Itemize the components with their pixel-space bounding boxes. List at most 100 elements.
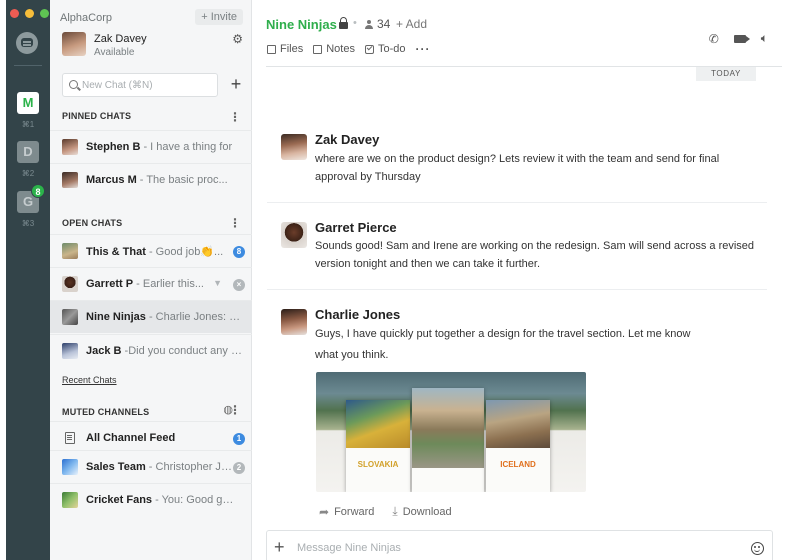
- attachment-actions: ➦ Forward ⤓ Download: [319, 504, 452, 519]
- close-chat-icon[interactable]: ×: [233, 279, 245, 291]
- new-chat-search: [62, 73, 218, 97]
- message-divider: [267, 289, 767, 290]
- org-shortcut-2: ⌘2: [21, 169, 35, 178]
- lock-icon: [339, 17, 348, 29]
- pinned-chats-header: PINNED CHATS: [62, 111, 132, 121]
- chat-app-logo-icon[interactable]: [16, 32, 38, 54]
- tab-notes[interactable]: Notes: [313, 43, 355, 55]
- gear-icon[interactable]: ⚙: [232, 32, 243, 46]
- open-chats-header: OPEN CHATS: [62, 218, 123, 228]
- poster-title: ICELAND: [500, 460, 536, 469]
- chat-row-this-and-that[interactable]: This & That - Good job👏... 8: [50, 234, 252, 267]
- chat-row-label: Marcus M - The basic proc...: [86, 174, 228, 186]
- channel-tabs: Files Notes To-do ···: [267, 42, 431, 56]
- channel-row-label: Cricket Fans - You: Good game: [86, 494, 236, 506]
- call-controls: ✆ 🔈︎: [709, 31, 768, 46]
- recent-chats-link[interactable]: Recent Chats: [62, 375, 117, 385]
- rail-divider: [14, 65, 42, 66]
- org-tile-m[interactable]: M: [17, 92, 39, 114]
- poster-iceland: ICELAND: [486, 400, 550, 492]
- poster-middle: [412, 388, 484, 492]
- chat-row-label: This & That - Good job👏...: [86, 246, 224, 258]
- member-count[interactable]: 34: [377, 17, 390, 31]
- phone-call-icon[interactable]: ✆: [709, 32, 719, 46]
- message-text: Guys, I have quickly put together a desi…: [315, 328, 691, 361]
- channel-row-sales-team[interactable]: Sales Team - Christopher J: d... 2: [50, 450, 252, 483]
- speaker-icon[interactable]: 🔈︎: [761, 31, 768, 46]
- chat-row-label: Jack B -Did you conduct any sur: [86, 345, 246, 357]
- message-text: Sounds good! Sam and Irene are working o…: [315, 240, 755, 270]
- tab-files[interactable]: Files: [267, 43, 303, 55]
- message-author[interactable]: Charlie Jones: [315, 307, 400, 322]
- avatar: [62, 139, 78, 155]
- user-avatar[interactable]: [62, 32, 86, 56]
- download-button[interactable]: ⤓ Download: [392, 504, 451, 519]
- more-options-icon[interactable]: ···: [416, 42, 431, 56]
- checkbox-icon: [364, 44, 374, 54]
- poster-image: [412, 388, 484, 468]
- channel-avatar: [62, 459, 78, 475]
- search-icon: [69, 80, 78, 89]
- message-divider: [267, 202, 767, 203]
- download-icon: ⤓: [392, 504, 398, 518]
- title-separator: •: [353, 17, 357, 29]
- channel-row-label: All Channel Feed: [86, 432, 176, 444]
- pin-icon[interactable]: ▼: [213, 278, 222, 288]
- workspace-rail: M ⌘1 D ⌘2 G 8 ⌘3: [6, 0, 50, 560]
- group-avatar: [62, 309, 78, 325]
- muted-channels-header: MUTED CHANNELS: [62, 407, 150, 417]
- open-chats-more-icon[interactable]: ⋮: [229, 216, 241, 230]
- avatar: [62, 243, 78, 259]
- chat-row-jack-b[interactable]: Jack B -Did you conduct any sur: [50, 334, 252, 367]
- chat-row-stephen-b[interactable]: Stephen B - I have a thing for: [50, 130, 252, 163]
- message-input[interactable]: [297, 542, 737, 554]
- message-avatar[interactable]: [281, 134, 307, 160]
- image-attachment[interactable]: SLOVAKIA ICELAND: [316, 372, 586, 492]
- unread-badge: 1: [233, 433, 245, 445]
- avatar: [62, 276, 78, 292]
- avatar: [62, 172, 78, 188]
- channel-row-cricket-fans[interactable]: Cricket Fans - You: Good game: [50, 483, 252, 516]
- message-author[interactable]: Zak Davey: [315, 132, 379, 147]
- muted-more-icon[interactable]: ⋮: [229, 403, 241, 417]
- close-window-button[interactable]: [10, 9, 19, 18]
- new-chat-input[interactable]: [82, 77, 212, 93]
- maximize-window-button[interactable]: [40, 9, 49, 18]
- chat-row-garrett-p[interactable]: Garrett P - Earlier this... ▼ ×: [50, 267, 252, 300]
- poster-slovakia: SLOVAKIA: [346, 400, 410, 492]
- add-member-button[interactable]: + Add: [396, 17, 427, 31]
- chat-row-label: Stephen B - I have a thing for: [86, 141, 233, 153]
- message-text: where are we on the product design? Lets…: [315, 153, 720, 183]
- avatar: [62, 343, 78, 359]
- channel-title[interactable]: Nine Ninjas: [266, 17, 337, 32]
- invite-button[interactable]: + Invite: [195, 9, 243, 25]
- add-chat-button[interactable]: +: [226, 73, 246, 97]
- window-controls: [10, 9, 49, 18]
- chat-row-marcus-m[interactable]: Marcus M - The basic proc...: [50, 163, 252, 196]
- pinned-more-icon[interactable]: ⋮: [229, 110, 241, 124]
- files-icon: [267, 44, 276, 54]
- user-status[interactable]: Available: [94, 47, 134, 58]
- video-call-icon[interactable]: [733, 34, 750, 43]
- org-tile-d[interactable]: D: [17, 141, 39, 163]
- plus-icon[interactable]: +: [274, 537, 285, 558]
- user-name: Zak Davey: [94, 33, 147, 45]
- message-composer: +: [266, 530, 773, 560]
- forward-button[interactable]: ➦ Forward: [319, 504, 374, 519]
- chat-row-label: Nine Ninjas - Charlie Jones: G...: [86, 311, 246, 323]
- members-icon[interactable]: [365, 20, 373, 29]
- feed-icon: [65, 432, 75, 444]
- poster-title: SLOVAKIA: [357, 460, 399, 469]
- org-shortcut-3: ⌘3: [21, 219, 35, 228]
- message-avatar[interactable]: [281, 309, 307, 335]
- emoji-icon[interactable]: [751, 542, 764, 555]
- forward-icon: ➦: [319, 504, 330, 519]
- unread-badge: 2: [233, 462, 245, 474]
- message-avatar[interactable]: [281, 222, 307, 248]
- chat-row-nine-ninjas[interactable]: Nine Ninjas - Charlie Jones: G...: [50, 300, 252, 333]
- tab-todo[interactable]: To-do: [364, 43, 406, 55]
- chat-row-label: Garrett P - Earlier this...: [86, 278, 204, 290]
- minimize-window-button[interactable]: [25, 9, 34, 18]
- message-author[interactable]: Garret Pierce: [315, 220, 397, 235]
- org-unread-badge: 8: [31, 184, 45, 198]
